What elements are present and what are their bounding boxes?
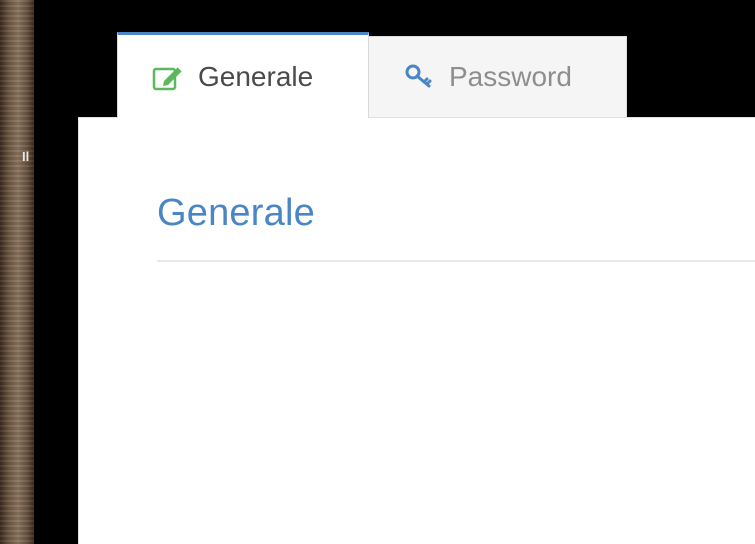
desktop-background-strip: Il xyxy=(0,0,34,544)
desktop-edge-glyph: Il xyxy=(22,149,30,164)
tab-password-label: Password xyxy=(449,61,572,92)
tab-content-panel: Generale xyxy=(78,117,755,544)
key-icon xyxy=(403,62,437,92)
tab-bar: Generale Password xyxy=(117,32,627,118)
edit-icon xyxy=(152,62,186,92)
window-gap xyxy=(34,0,78,544)
tab-generale-label: Generale xyxy=(198,60,314,92)
tab-generale[interactable]: Generale xyxy=(117,32,369,118)
section-title: Generale xyxy=(157,192,315,234)
tab-password[interactable]: Password xyxy=(369,36,627,118)
screen: Il Generale Password Generale xyxy=(0,0,755,544)
section-divider xyxy=(157,260,755,262)
